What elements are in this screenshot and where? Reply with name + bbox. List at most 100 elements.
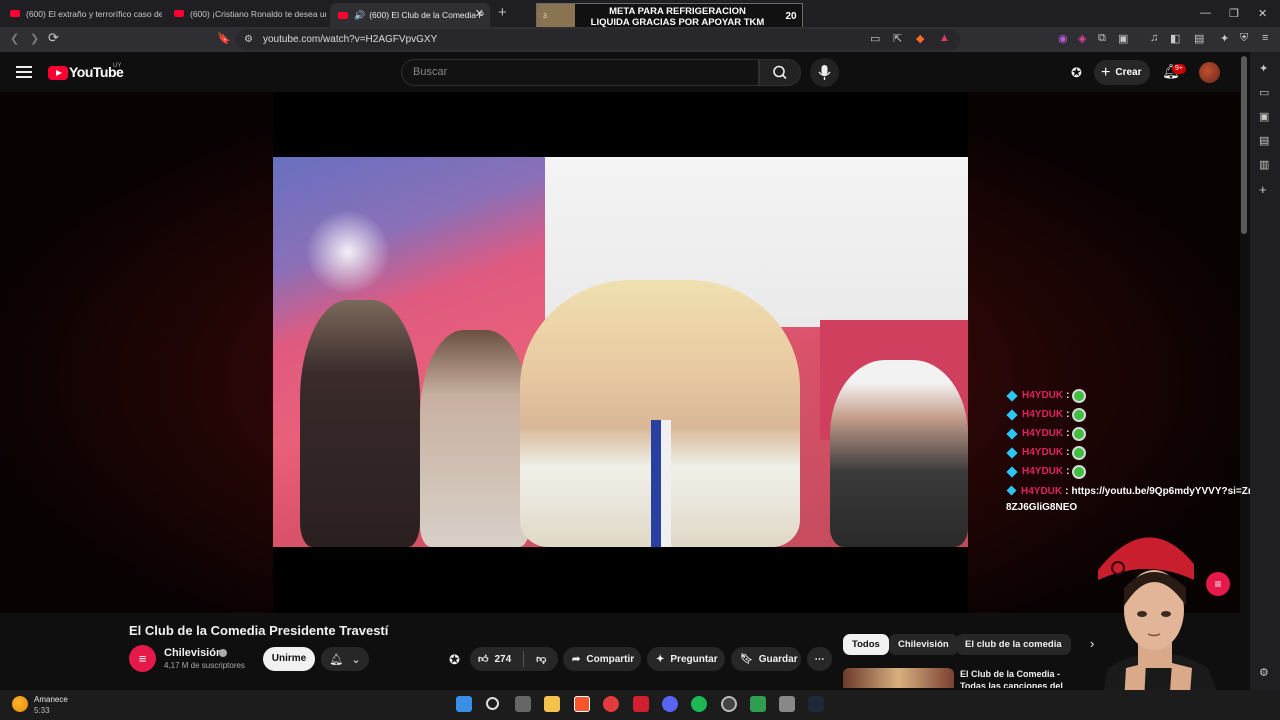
search-button[interactable] bbox=[759, 59, 801, 86]
like-icon[interactable]: 👍︎ bbox=[478, 653, 488, 665]
media-player-icon[interactable] bbox=[603, 696, 619, 712]
search-icon bbox=[773, 65, 787, 80]
wallet-icon[interactable]: ▣ bbox=[1259, 110, 1269, 123]
more-actions-button[interactable]: ⋯ bbox=[807, 647, 832, 671]
url-text[interactable]: youtube.com/watch?v=H2AGFVpvGXY bbox=[263, 34, 437, 45]
tabs-icon[interactable]: ▤ bbox=[1194, 32, 1204, 45]
search-input[interactable]: Buscar bbox=[401, 59, 759, 86]
windows-start-icon[interactable] bbox=[456, 696, 472, 712]
share-arrow-icon: ➦ bbox=[572, 653, 581, 665]
browser-tab[interactable]: (600) El extraño y terrorífico caso de bbox=[2, 3, 162, 24]
back-icon[interactable]: ❮ bbox=[10, 32, 19, 45]
gem-icon bbox=[1006, 408, 1018, 421]
channel-avatar[interactable]: ≡ bbox=[129, 645, 156, 672]
chip-all[interactable]: Todos bbox=[843, 634, 889, 655]
account-avatar[interactable] bbox=[1199, 62, 1220, 83]
leo-icon[interactable]: ✦ bbox=[1220, 32, 1229, 45]
spotify-icon[interactable] bbox=[691, 696, 707, 712]
sidebar-toggle-icon[interactable]: ◧ bbox=[1170, 32, 1180, 45]
like-count[interactable]: 274 bbox=[494, 654, 511, 665]
site-info-icon[interactable]: ⚙ bbox=[244, 34, 253, 45]
new-tab-button[interactable]: + bbox=[498, 4, 507, 21]
extensions-puzzle-icon[interactable]: ⧉ bbox=[1098, 32, 1106, 45]
video-suspender bbox=[651, 420, 661, 547]
bookmark-icon[interactable]: 🔖 bbox=[217, 32, 231, 45]
obs-icon[interactable] bbox=[721, 696, 737, 712]
microphone-icon bbox=[818, 65, 831, 80]
browser-tab[interactable]: (600) ¡Cristiano Ronaldo te desea un bbox=[166, 3, 326, 24]
extension-icon[interactable]: ◉ bbox=[1058, 32, 1068, 45]
chat-separator: : bbox=[1066, 466, 1070, 477]
create-button[interactable]: + Crear bbox=[1094, 60, 1150, 85]
save-button[interactable]: 🔖︎ Guardar bbox=[731, 647, 801, 671]
steam-icon[interactable] bbox=[808, 696, 824, 712]
chat-separator: : bbox=[1066, 447, 1070, 458]
emote-icon bbox=[1072, 388, 1087, 403]
chat-message: H4YDUK: bbox=[1006, 462, 1276, 481]
ask-button[interactable]: ✦ Preguntar bbox=[647, 647, 725, 671]
ask-label: Preguntar bbox=[670, 653, 718, 665]
close-tab-icon[interactable]: ✕ bbox=[475, 7, 484, 20]
add-panel-icon[interactable]: + bbox=[1259, 182, 1267, 197]
emote-icon bbox=[1072, 464, 1087, 479]
notifications-badge: 9+ bbox=[1172, 64, 1186, 74]
join-button[interactable]: Unirme bbox=[263, 647, 315, 671]
premium-icon[interactable]: ✪ bbox=[1071, 65, 1082, 81]
chevron-right-icon[interactable]: › bbox=[1090, 636, 1094, 651]
bookmarks-icon[interactable]: ▤ bbox=[1259, 134, 1269, 147]
reload-icon[interactable]: ⟳ bbox=[48, 30, 59, 46]
subscription-bell-button[interactable]: 🔔︎ ⌄ bbox=[321, 647, 369, 671]
share-icon[interactable]: ⇱ bbox=[893, 32, 902, 45]
share-button[interactable]: ➦ Compartir bbox=[563, 647, 641, 671]
leo-icon[interactable]: ✦ bbox=[1259, 62, 1268, 75]
wallet-icon[interactable]: ▣ bbox=[1118, 32, 1128, 45]
weather-label[interactable]: Amanece bbox=[34, 695, 68, 704]
brave-rewards-icon[interactable]: ▲ bbox=[939, 32, 950, 44]
gem-icon bbox=[1006, 389, 1018, 402]
extension-icon[interactable]: ◈ bbox=[1078, 32, 1086, 45]
search-icon[interactable] bbox=[486, 697, 499, 710]
history-icon[interactable]: ▥ bbox=[1259, 158, 1269, 171]
chilevision-logo-icon: ≡ bbox=[1206, 572, 1230, 596]
recommendation-title[interactable]: El Club de la Comedia - Todas las cancio… bbox=[960, 668, 1080, 688]
media-icon[interactable]: ♫ bbox=[1150, 32, 1158, 44]
youtube-favicon-icon bbox=[338, 11, 348, 19]
voice-search-button[interactable] bbox=[810, 58, 839, 87]
youtube-favicon-icon bbox=[174, 10, 184, 17]
speaker-icon: 🔊 bbox=[354, 9, 366, 20]
dislike-icon[interactable]: 👎︎ bbox=[536, 653, 546, 665]
minimize-icon[interactable]: — bbox=[1200, 7, 1211, 19]
goal-text-line1: META PARA REFRIGERACION bbox=[609, 5, 746, 17]
cast-icon[interactable]: ▭ bbox=[870, 32, 880, 45]
scrollbar[interactable] bbox=[1241, 56, 1247, 234]
recommendation-thumbnail[interactable] bbox=[843, 668, 954, 688]
browser-tab-active[interactable]: 🔊 (600) El Club de la Comedia P ✕ bbox=[330, 3, 490, 27]
app-icon[interactable] bbox=[750, 696, 766, 712]
discord-icon[interactable] bbox=[662, 696, 678, 712]
chip-chilevision[interactable]: Chilevisión bbox=[889, 634, 958, 655]
close-window-icon[interactable]: ✕ bbox=[1258, 7, 1267, 20]
goal-progress-bar: 3 bbox=[537, 4, 575, 29]
weather-icon[interactable] bbox=[12, 696, 28, 712]
video-person bbox=[420, 330, 530, 547]
settings-icon[interactable]: ⚙ bbox=[1259, 666, 1269, 679]
menu-icon[interactable]: ≡ bbox=[1262, 32, 1268, 44]
premium-icon[interactable]: ✪ bbox=[449, 652, 460, 668]
brave-shields-icon[interactable]: ◆ bbox=[916, 32, 924, 45]
chip-club-comedia[interactable]: El club de la comedia bbox=[956, 634, 1071, 655]
verified-icon bbox=[219, 649, 227, 657]
brave-browser-icon[interactable] bbox=[574, 696, 590, 712]
app-icon[interactable] bbox=[779, 696, 795, 712]
guide-menu-icon[interactable] bbox=[16, 66, 32, 78]
video-person bbox=[830, 360, 968, 547]
vpn-icon[interactable]: ⛨ bbox=[1240, 32, 1248, 45]
task-view-icon[interactable] bbox=[515, 696, 531, 712]
file-explorer-icon[interactable] bbox=[544, 696, 560, 712]
forward-icon[interactable]: ❯ bbox=[30, 32, 39, 45]
restore-icon[interactable]: ❐ bbox=[1229, 7, 1239, 20]
youtube-logo-icon[interactable] bbox=[48, 66, 68, 80]
reading-list-icon[interactable]: ▭ bbox=[1259, 86, 1269, 99]
divider bbox=[523, 651, 525, 667]
channel-name[interactable]: Chilevisión bbox=[164, 647, 223, 659]
app-icon[interactable] bbox=[633, 696, 649, 712]
